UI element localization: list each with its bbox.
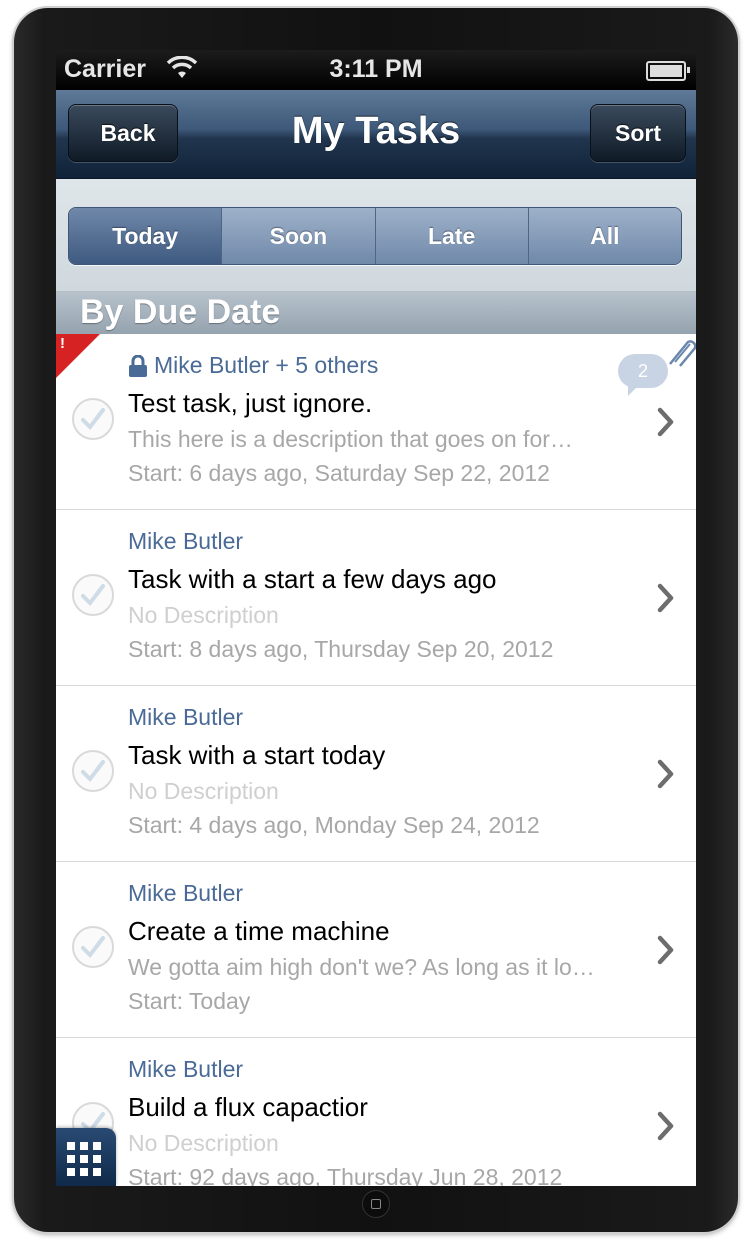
- app-grid-button[interactable]: [56, 1128, 116, 1186]
- segment-today[interactable]: Today: [69, 208, 223, 264]
- task-owner-label: Mike Butler + 5 others: [154, 352, 379, 378]
- task-row[interactable]: Mike Butler Create a time machine We got…: [56, 862, 696, 1038]
- comment-bubble-icon[interactable]: 2: [618, 354, 668, 396]
- task-title: Task with a start a few days ago: [128, 564, 497, 594]
- home-button-icon[interactable]: [362, 1190, 390, 1218]
- segment-all[interactable]: All: [528, 208, 681, 264]
- task-owner: Mike Butler: [128, 704, 244, 730]
- task-title: Test task, just ignore.: [128, 388, 373, 418]
- task-list: ! Mike Butler + 5 others 2 Test task, ju…: [56, 334, 696, 1186]
- segment-soon[interactable]: Soon: [222, 208, 376, 264]
- task-owner: Mike Butler: [128, 880, 244, 906]
- chevron-right-icon: [657, 407, 674, 437]
- task-complete-checkbox[interactable]: [72, 574, 114, 616]
- segment-late[interactable]: Late: [375, 208, 529, 264]
- task-start-date: Start: 8 days ago, Thursday Sep 20, 2012: [128, 636, 554, 662]
- task-start-date: Start: 92 days ago, Thursday Jun 28, 201…: [128, 1164, 563, 1186]
- task-owner: Mike Butler: [128, 528, 244, 554]
- app-screen: Carrier 3:11 PM Back My Tasks Sort Today…: [56, 50, 696, 1186]
- lock-icon: [128, 354, 148, 377]
- battery-icon: [646, 61, 690, 81]
- task-description: No Description: [128, 1130, 279, 1156]
- checkmark-icon: [81, 760, 105, 783]
- task-title: Create a time machine: [128, 916, 390, 946]
- task-complete-checkbox[interactable]: [72, 750, 114, 792]
- task-complete-checkbox[interactable]: [72, 398, 114, 440]
- task-owner: Mike Butler: [128, 1056, 244, 1082]
- priority-flag-mark: !: [60, 335, 65, 352]
- task-description: No Description: [128, 602, 279, 628]
- chevron-right-icon: [657, 1111, 674, 1141]
- status-time: 3:11 PM: [329, 55, 423, 83]
- task-row[interactable]: Mike Butler Build a flux capactior No De…: [56, 1038, 696, 1186]
- task-row[interactable]: ! Mike Butler + 5 others 2 Test task, ju…: [56, 334, 696, 510]
- checkmark-icon: [81, 408, 105, 431]
- task-row[interactable]: Mike Butler Task with a start a few days…: [56, 510, 696, 686]
- filter-area: Today Soon Late All: [56, 179, 696, 292]
- sort-button[interactable]: Sort: [590, 104, 686, 162]
- task-start-date: Start: 6 days ago, Saturday Sep 22, 2012: [128, 460, 550, 486]
- status-bar: Carrier 3:11 PM: [56, 50, 696, 90]
- task-description: We gotta aim high don't we? As long as i…: [128, 954, 595, 980]
- task-owner: Mike Butler + 5 others: [128, 352, 378, 379]
- task-complete-checkbox[interactable]: [72, 926, 114, 968]
- section-header: By Due Date: [56, 292, 696, 335]
- chevron-right-icon: [657, 935, 674, 965]
- task-description: No Description: [128, 778, 279, 804]
- paperclip-icon: [669, 340, 696, 367]
- checkmark-icon: [81, 936, 105, 959]
- section-header-label: By Due Date: [80, 293, 281, 331]
- chevron-right-icon: [657, 583, 674, 613]
- task-title: Build a flux capactior: [128, 1092, 368, 1122]
- date-filter-segmented-control: Today Soon Late All: [68, 207, 682, 265]
- navigation-bar: Back My Tasks Sort: [56, 90, 696, 179]
- task-start-date: Start: Today: [128, 988, 251, 1014]
- comment-count: 2: [637, 360, 648, 381]
- task-description: This here is a description that goes on …: [128, 426, 573, 452]
- chevron-right-icon: [657, 759, 674, 789]
- task-start-date: Start: 4 days ago, Monday Sep 24, 2012: [128, 812, 540, 838]
- task-title: Task with a start today: [128, 740, 386, 770]
- checkmark-icon: [81, 584, 105, 607]
- task-row[interactable]: Mike Butler Task with a start today No D…: [56, 686, 696, 862]
